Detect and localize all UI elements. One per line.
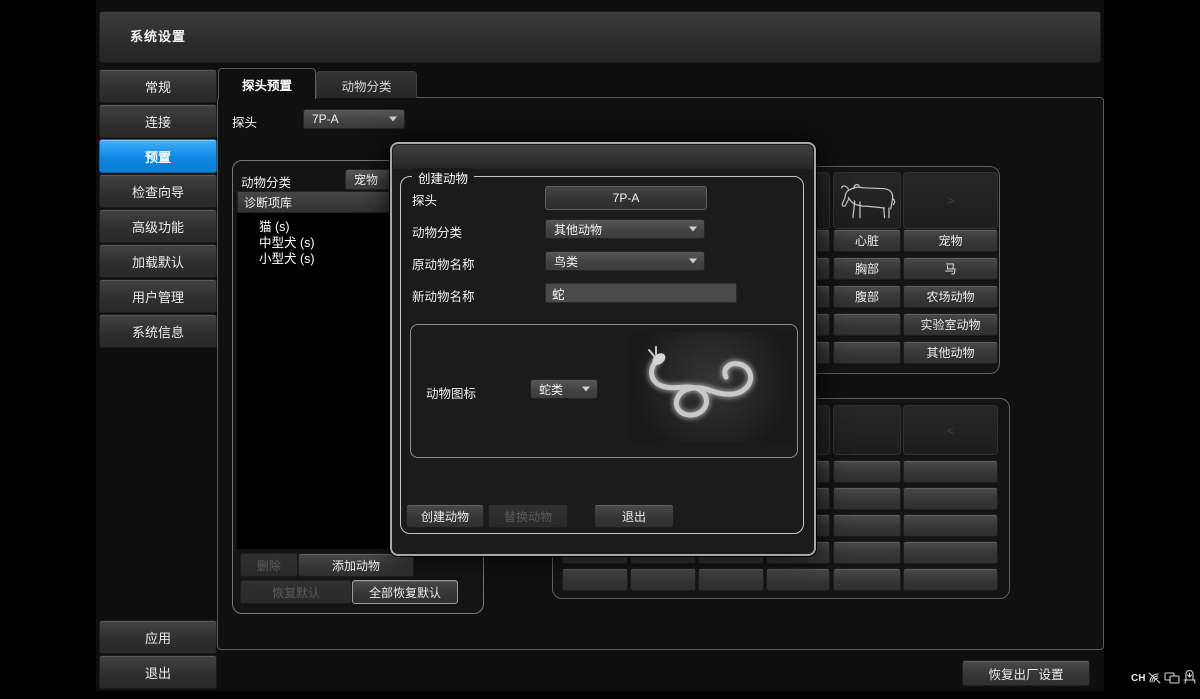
animal-category-dropdown-value: 宠物 — [354, 171, 378, 188]
factory-reset-button[interactable]: 恢复出厂设置 — [962, 660, 1090, 686]
snake-image — [630, 332, 794, 442]
category-button-pets[interactable]: 宠物 — [903, 229, 998, 252]
grid-button-empty[interactable] — [833, 514, 901, 537]
grid-button-empty[interactable] — [562, 568, 628, 591]
dialog-source-dropdown[interactable]: 鸟类 — [545, 251, 705, 271]
network-status-icon — [1147, 671, 1162, 685]
grid-button-empty[interactable] — [903, 568, 998, 591]
animal-image-tile[interactable] — [833, 405, 901, 455]
chevron-down-icon — [389, 117, 397, 122]
add-animal-button[interactable]: 添加动物 — [298, 553, 414, 577]
sidebar-item-general[interactable]: 常规 — [99, 69, 217, 103]
grid-button-empty[interactable] — [833, 568, 901, 591]
cow-icon — [838, 178, 896, 224]
new-animal-name-input[interactable] — [545, 283, 737, 303]
grid-button-empty[interactable] — [833, 460, 901, 483]
sidebar-item-load-default[interactable]: 加载默认 — [99, 244, 217, 278]
language-indicator: CH — [1131, 673, 1145, 684]
animal-icon-dropdown[interactable]: 蛇类 — [530, 379, 598, 399]
sidebar-item-advanced[interactable]: 高级功能 — [99, 209, 217, 243]
dialog-category-label: 动物分类 — [412, 222, 462, 241]
dialog-source-label: 原动物名称 — [412, 254, 475, 273]
probe-dropdown-value: 7P-A — [312, 112, 339, 126]
dialog-newname-label: 新动物名称 — [412, 286, 475, 305]
page-title: 系统设置 — [130, 12, 186, 62]
exit-button[interactable]: 退出 — [99, 655, 217, 689]
grid-button-empty[interactable] — [903, 541, 998, 564]
tab-probe-preset[interactable]: 探头预置 — [218, 68, 316, 99]
dialog-source-value: 鸟类 — [554, 253, 578, 270]
grid-button-empty[interactable] — [903, 514, 998, 537]
dialog-exit-button[interactable]: 退出 — [594, 504, 674, 528]
system-settings-window: 系统设置 常规 连接 预置 检查向导 高级功能 加载默认 用户管理 系统信息 应… — [96, 0, 1104, 691]
dialog-category-dropdown[interactable]: 其他动物 — [545, 219, 705, 239]
restore-default-button[interactable]: 恢复默认 — [240, 580, 352, 604]
grid-button-empty[interactable] — [903, 487, 998, 510]
dialog-title-bar[interactable] — [393, 145, 813, 169]
screen: 系统设置 常规 连接 预置 检查向导 高级功能 加载默认 用户管理 系统信息 应… — [0, 0, 1200, 699]
probe-dropdown[interactable]: 7P-A — [303, 109, 405, 129]
animal-category-label: 动物分类 — [241, 172, 291, 191]
exam-button-chest[interactable]: 胸部 — [833, 257, 901, 280]
dual-display-icon — [1164, 671, 1180, 685]
dialog-legend: 创建动物 — [412, 168, 474, 187]
export-device-icon — [1182, 670, 1197, 685]
sidebar-item-exam-wizard[interactable]: 检查向导 — [99, 174, 217, 208]
category-button-horse[interactable]: 马 — [903, 257, 998, 280]
grid-button-empty[interactable] — [833, 487, 901, 510]
prev-arrow-icon: < — [947, 423, 955, 438]
category-button-lab[interactable]: 实验室动物 — [903, 313, 998, 336]
exam-button-abdomen[interactable]: 腹部 — [833, 285, 901, 308]
restore-all-default-button[interactable]: 全部恢复默认 — [352, 580, 458, 604]
window-title-bar: 系统设置 — [99, 11, 1101, 63]
grid-button-empty[interactable] — [630, 568, 696, 591]
dialog-probe-label: 探头 — [412, 190, 437, 209]
chevron-down-icon — [689, 227, 697, 232]
sidebar-item-user-mgmt[interactable]: 用户管理 — [99, 279, 217, 313]
dialog-create-button[interactable]: 创建动物 — [406, 504, 484, 528]
sidebar-item-connect[interactable]: 连接 — [99, 104, 217, 138]
grid-button-empty[interactable] — [903, 460, 998, 483]
grid-button-empty[interactable] — [833, 541, 901, 564]
probe-label: 探头 — [232, 112, 257, 131]
dialog-probe-value-button[interactable]: 7P-A — [545, 186, 707, 210]
grid-button-empty[interactable] — [766, 568, 830, 591]
dialog-replace-button[interactable]: 替换动物 — [488, 504, 568, 528]
prev-page-tile[interactable]: < — [903, 405, 998, 455]
tab-animal-category[interactable]: 动物分类 — [316, 71, 417, 98]
animal-icon-value: 蛇类 — [539, 381, 563, 398]
cow-image-tile[interactable] — [833, 172, 901, 229]
grid-button-empty[interactable] — [698, 568, 764, 591]
category-button-other[interactable]: 其他动物 — [903, 341, 998, 364]
exam-button-empty[interactable] — [833, 313, 901, 336]
next-arrow-icon: > — [947, 193, 955, 208]
snake-icon — [630, 332, 794, 442]
exam-button-empty[interactable] — [833, 341, 901, 364]
exam-button-heart[interactable]: 心脏 — [833, 229, 901, 252]
chevron-down-icon — [689, 259, 697, 264]
delete-animal-button[interactable]: 删除 — [240, 553, 298, 577]
animal-icon-label: 动物图标 — [426, 383, 476, 402]
apply-button[interactable]: 应用 — [99, 620, 217, 654]
create-animal-dialog: 创建动物 探头 7P-A 动物分类 其他动物 原动物名称 鸟类 新动物名称 动物… — [390, 142, 816, 556]
category-button-farm[interactable]: 农场动物 — [903, 285, 998, 308]
chevron-down-icon — [582, 387, 590, 392]
dialog-category-value: 其他动物 — [554, 221, 602, 238]
sidebar-item-system-info[interactable]: 系统信息 — [99, 314, 217, 348]
next-page-tile[interactable]: > — [903, 172, 998, 229]
sidebar-item-preset[interactable]: 预置 — [99, 139, 217, 173]
